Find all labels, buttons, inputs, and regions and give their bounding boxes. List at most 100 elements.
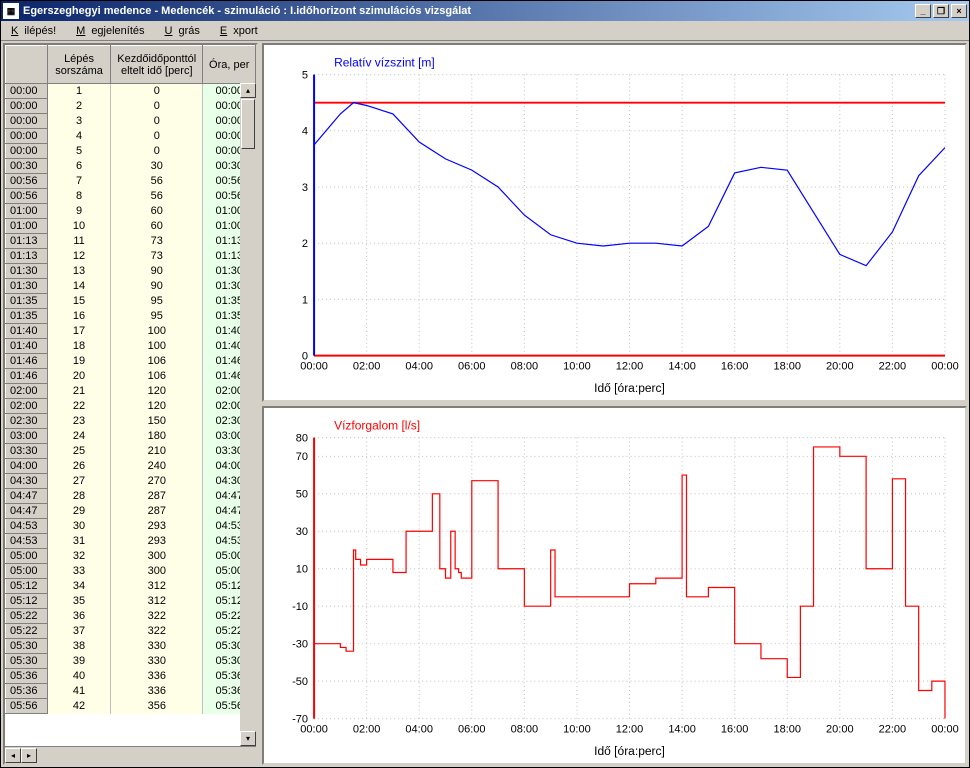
row-header[interactable]: 04:53	[6, 534, 48, 549]
table-row[interactable]: 00:004000:00	[6, 129, 256, 144]
table-row[interactable]: 01:462010601:46	[6, 369, 256, 384]
maximize-button[interactable]: ❐	[933, 4, 949, 18]
table-row[interactable]: 00:005000:00	[6, 144, 256, 159]
table-row[interactable]: 05:123531205:12	[6, 594, 256, 609]
header-corner[interactable]	[6, 46, 48, 84]
menu-ugras[interactable]: Ugrás	[159, 23, 212, 39]
scroll-up-button[interactable]: ▴	[240, 83, 256, 98]
row-header[interactable]: 05:00	[6, 549, 48, 564]
horizontal-scrollbar[interactable]: ◂ ▸	[5, 746, 256, 763]
header-time[interactable]: Óra, per	[203, 46, 256, 84]
row-header[interactable]: 05:22	[6, 609, 48, 624]
row-header[interactable]: 00:00	[6, 99, 48, 114]
row-header[interactable]: 00:00	[6, 84, 48, 99]
table-row[interactable]: 05:003230005:00	[6, 549, 256, 564]
table-row[interactable]: 00:3063000:30	[6, 159, 256, 174]
table-row[interactable]: 00:5685600:56	[6, 189, 256, 204]
row-header[interactable]: 01:46	[6, 354, 48, 369]
row-header[interactable]: 05:36	[6, 684, 48, 699]
row-header[interactable]: 01:00	[6, 219, 48, 234]
table-row[interactable]: 00:5675600:56	[6, 174, 256, 189]
row-header[interactable]: 00:30	[6, 159, 48, 174]
chart-water-level[interactable]: 01234500:0002:0004:0006:0008:0010:0012:0…	[262, 43, 967, 402]
row-header[interactable]: 01:40	[6, 324, 48, 339]
row-header[interactable]: 04:47	[6, 504, 48, 519]
row-header[interactable]: 05:00	[6, 564, 48, 579]
row-header[interactable]: 04:00	[6, 459, 48, 474]
vertical-scrollbar[interactable]: ▴ ▾	[240, 83, 256, 746]
table-row[interactable]: 00:003000:00	[6, 114, 256, 129]
table-row[interactable]: 01:35169501:35	[6, 309, 256, 324]
menu-export[interactable]: Export	[214, 23, 270, 39]
table-row[interactable]: 05:223632205:22	[6, 609, 256, 624]
row-header[interactable]: 05:22	[6, 624, 48, 639]
row-header[interactable]: 01:13	[6, 249, 48, 264]
row-header[interactable]: 02:00	[6, 399, 48, 414]
table-row[interactable]: 01:13117301:13	[6, 234, 256, 249]
table-row[interactable]: 05:223732205:22	[6, 624, 256, 639]
header-step[interactable]: Lépés sorszáma	[48, 46, 111, 84]
table-row[interactable]: 01:00106001:00	[6, 219, 256, 234]
chart-water-flow[interactable]: -70-50-30-10103050708000:0002:0004:0006:…	[262, 406, 967, 765]
table-row[interactable]: 01:461910601:46	[6, 354, 256, 369]
row-header[interactable]: 05:30	[6, 639, 48, 654]
row-header[interactable]: 05:30	[6, 654, 48, 669]
row-header[interactable]: 01:46	[6, 369, 48, 384]
row-header[interactable]: 04:53	[6, 519, 48, 534]
table-row[interactable]: 01:13127301:13	[6, 249, 256, 264]
row-header[interactable]: 01:30	[6, 279, 48, 294]
table-row[interactable]: 05:303933005:30	[6, 654, 256, 669]
table-row[interactable]: 04:472928704:47	[6, 504, 256, 519]
table-row[interactable]: 05:303833005:30	[6, 639, 256, 654]
row-header[interactable]: 00:00	[6, 114, 48, 129]
table-row[interactable]: 00:001000:00	[6, 84, 256, 99]
row-header[interactable]: 03:00	[6, 429, 48, 444]
row-header[interactable]: 01:35	[6, 294, 48, 309]
row-header[interactable]: 05:12	[6, 594, 48, 609]
table-row[interactable]: 05:364033605:36	[6, 669, 256, 684]
table-row[interactable]: 02:002112002:00	[6, 384, 256, 399]
table-row[interactable]: 03:302521003:30	[6, 444, 256, 459]
table-row[interactable]: 04:002624004:00	[6, 459, 256, 474]
row-header[interactable]: 00:56	[6, 174, 48, 189]
table-row[interactable]: 01:30139001:30	[6, 264, 256, 279]
table-row[interactable]: 01:401810001:40	[6, 339, 256, 354]
menu-megjelenites[interactable]: Megjelenítés	[70, 23, 156, 39]
table-row[interactable]: 01:30149001:30	[6, 279, 256, 294]
scroll-thumb[interactable]	[241, 99, 255, 149]
table-row[interactable]: 05:564235605:56	[6, 699, 256, 714]
scroll-left-button[interactable]: ◂	[5, 748, 21, 763]
table-row[interactable]: 03:002418003:00	[6, 429, 256, 444]
row-header[interactable]: 01:13	[6, 234, 48, 249]
row-header[interactable]: 02:00	[6, 384, 48, 399]
minimize-button[interactable]: _	[915, 4, 931, 18]
row-header[interactable]: 01:40	[6, 339, 48, 354]
table-row[interactable]: 04:533029304:53	[6, 519, 256, 534]
row-header[interactable]: 03:30	[6, 444, 48, 459]
table-row[interactable]: 01:0096001:00	[6, 204, 256, 219]
table-row[interactable]: 05:123431205:12	[6, 579, 256, 594]
table-row[interactable]: 02:302315002:30	[6, 414, 256, 429]
row-header[interactable]: 01:35	[6, 309, 48, 324]
row-header[interactable]: 01:30	[6, 264, 48, 279]
row-header[interactable]: 02:30	[6, 414, 48, 429]
row-header[interactable]: 04:47	[6, 489, 48, 504]
row-header[interactable]: 01:00	[6, 204, 48, 219]
row-header[interactable]: 00:00	[6, 144, 48, 159]
table-row[interactable]: 02:002212002:00	[6, 399, 256, 414]
table-row[interactable]: 04:472828704:47	[6, 489, 256, 504]
close-button[interactable]: ×	[951, 4, 967, 18]
table-row[interactable]: 04:533129304:53	[6, 534, 256, 549]
table-row[interactable]: 00:002000:00	[6, 99, 256, 114]
row-header[interactable]: 05:56	[6, 699, 48, 714]
row-header[interactable]: 00:56	[6, 189, 48, 204]
table-row[interactable]: 05:003330005:00	[6, 564, 256, 579]
row-header[interactable]: 04:30	[6, 474, 48, 489]
row-header[interactable]: 05:12	[6, 579, 48, 594]
scroll-right-button[interactable]: ▸	[21, 748, 37, 763]
titlebar[interactable]: ▦ Egerszeghegyi medence - Medencék - szi…	[1, 1, 969, 21]
table-row[interactable]: 05:364133605:36	[6, 684, 256, 699]
data-table[interactable]: Lépés sorszáma Kezdőidőponttól eltelt id…	[5, 45, 256, 714]
table-row[interactable]: 01:35159501:35	[6, 294, 256, 309]
menu-kilepes[interactable]: Kilépés!	[5, 23, 68, 39]
